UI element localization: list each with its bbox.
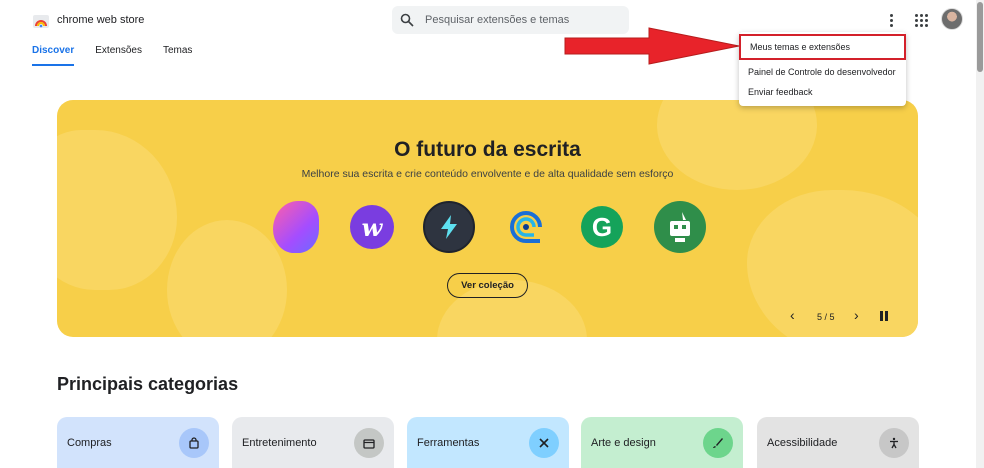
avatar[interactable]	[941, 8, 963, 30]
ext-g-letter: G	[591, 211, 613, 242]
ext-lightning-icon[interactable]	[423, 201, 475, 253]
ext-w-icon[interactable]: w	[350, 205, 394, 249]
search-icon	[400, 13, 414, 27]
ext-w-letter: w	[361, 212, 383, 242]
category-label: Entretenimento	[242, 436, 317, 449]
category-acessibilidade[interactable]: Acessibilidade	[757, 417, 919, 468]
menu-item-dev-dashboard[interactable]: Painel de Controle do desenvolvedor	[739, 62, 906, 82]
more-vert-icon[interactable]	[883, 11, 899, 29]
nav-tabs: Discover Extensões Temas	[32, 45, 213, 66]
banner-shape	[167, 220, 287, 337]
category-label: Arte e design	[591, 436, 656, 449]
accessibility-icon	[879, 427, 909, 458]
tools-icon	[529, 427, 559, 458]
ext-robot-icon[interactable]	[654, 201, 706, 253]
chevron-right-icon[interactable]: ›	[854, 307, 859, 323]
chevron-left-icon[interactable]: ‹	[790, 307, 795, 323]
category-label: Ferramentas	[417, 436, 480, 449]
category-compras[interactable]: Compras	[57, 417, 219, 468]
ver-colecao-button[interactable]: Ver coleção	[447, 273, 528, 298]
annotation-arrow	[564, 27, 740, 65]
brush-icon	[703, 427, 733, 458]
pause-icon[interactable]	[880, 311, 890, 321]
clapperboard-icon	[354, 427, 384, 458]
category-label: Compras	[67, 436, 112, 449]
page-scrollbar[interactable]	[976, 0, 984, 468]
apps-grid-icon[interactable]	[913, 12, 929, 28]
carousel-counter: 5 / 5	[817, 312, 835, 322]
menu-item-feedback[interactable]: Enviar feedback	[739, 82, 906, 102]
tab-temas[interactable]: Temas	[163, 45, 192, 66]
search-input[interactable]: Pesquisar extensões e temas	[425, 14, 569, 26]
overflow-menu: Meus temas e extensões Painel de Control…	[739, 32, 906, 106]
banner-title: O futuro da escrita	[394, 138, 581, 161]
category-ferramentas[interactable]: Ferramentas	[407, 417, 569, 468]
menu-item-my-themes[interactable]: Meus temas e extensões	[739, 34, 906, 60]
categories-title: Principais categorias	[57, 374, 239, 394]
ext-g-icon[interactable]: G	[581, 206, 623, 248]
scrollbar-thumb[interactable]	[977, 2, 983, 72]
tab-discover[interactable]: Discover	[32, 45, 75, 66]
tab-extensoes[interactable]: Extensões	[95, 45, 142, 66]
banner-subtitle: Melhore sua escrita e crie conteúdo envo…	[301, 168, 674, 180]
hero-banner: O futuro da escrita Melhore sua escrita …	[57, 100, 918, 337]
brand-name[interactable]: chrome web store	[57, 14, 144, 26]
category-label: Acessibilidade	[767, 436, 838, 449]
ext-gradient-icon[interactable]	[273, 201, 319, 253]
ext-spiral-icon[interactable]	[506, 207, 546, 247]
shopping-bag-icon	[179, 427, 209, 458]
category-arte-design[interactable]: Arte e design	[581, 417, 743, 468]
chrome-web-store-logo[interactable]	[32, 12, 50, 30]
category-entretenimento[interactable]: Entretenimento	[232, 417, 394, 468]
